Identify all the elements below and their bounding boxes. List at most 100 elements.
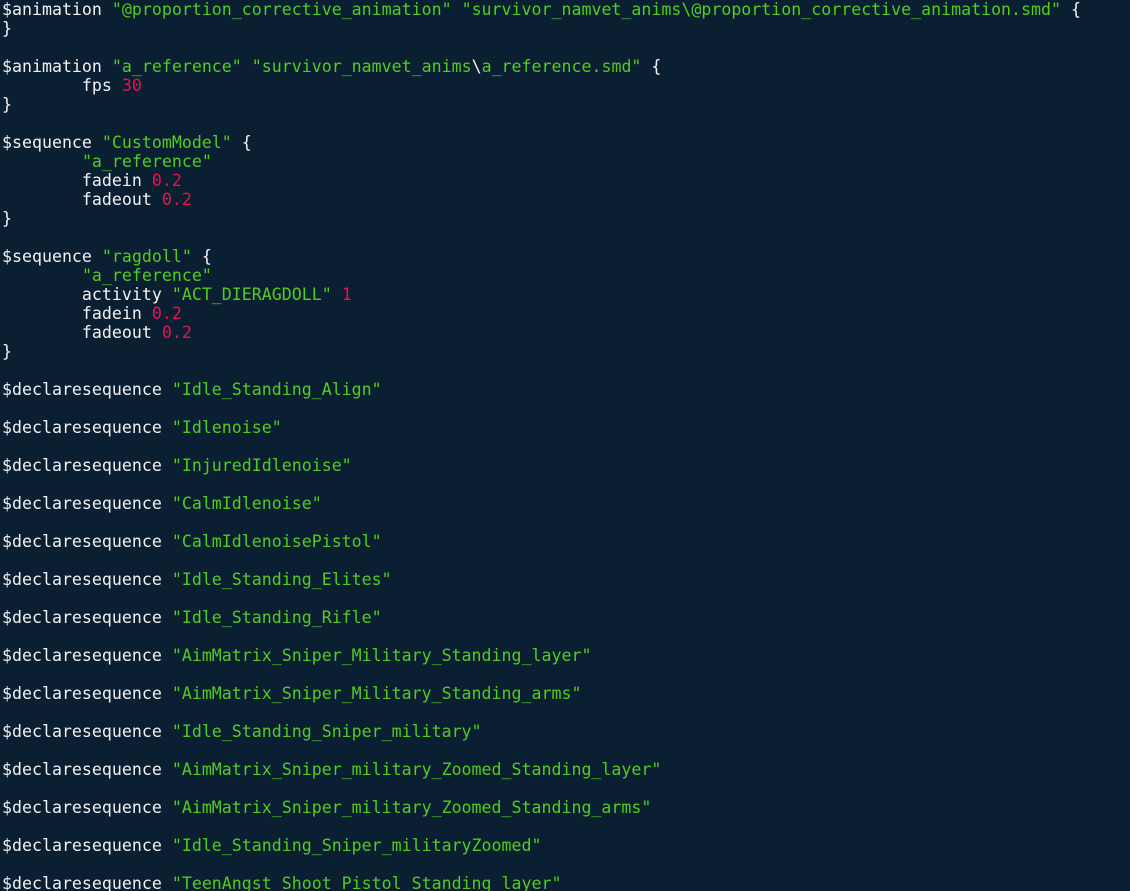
code-line[interactable]: activity "ACT_DIERAGDOLL" 1 [2, 285, 1081, 304]
code-line[interactable]: $declaresequence "Idle_Standing_Sniper_m… [2, 836, 1081, 855]
code-line[interactable] [2, 665, 1081, 684]
code-keyword [2, 266, 82, 285]
code-line[interactable]: } [2, 342, 1081, 361]
code-content[interactable]: $animation "@proportion_corrective_anima… [2, 0, 1081, 891]
code-line[interactable] [2, 855, 1081, 874]
code-keyword: $declaresequence [2, 798, 172, 817]
code-punctuation: } [2, 342, 12, 361]
code-line[interactable]: $declaresequence "TeenAngst_Shoot_Pistol… [2, 874, 1081, 891]
code-string: "TeenAngst_Shoot_Pistol_Standing_layer" [171, 874, 562, 891]
code-keyword: $declaresequence [2, 684, 172, 703]
code-line[interactable]: $declaresequence "CalmIdlenoise" [2, 494, 1081, 513]
code-line[interactable] [2, 627, 1081, 646]
code-line[interactable] [2, 741, 1081, 760]
code-string: "CustomModel" [101, 133, 232, 152]
code-editor[interactable]: $animation "@proportion_corrective_anima… [0, 0, 1130, 891]
code-line[interactable]: fadeout 0.2 [2, 190, 1081, 209]
code-string: "Idle_Standing_Sniper_militaryZoomed" [171, 836, 542, 855]
code-string: "Idle_Standing_Align" [171, 380, 382, 399]
code-line[interactable]: } [2, 19, 1081, 38]
code-keyword [452, 0, 462, 19]
code-line[interactable] [2, 399, 1081, 418]
code-punctuation: } [2, 19, 12, 38]
code-number: 0.2 [161, 323, 192, 342]
code-line[interactable]: $animation "a_reference" "survivor_namve… [2, 57, 1081, 76]
code-line[interactable]: $declaresequence "Idle_Standing_Elites" [2, 570, 1081, 589]
code-keyword [242, 57, 252, 76]
code-line[interactable] [2, 38, 1081, 57]
code-string: "a_reference" [81, 266, 212, 285]
code-string: "Idle_Standing_Elites" [171, 570, 392, 589]
code-line[interactable]: $declaresequence "CalmIdlenoisePistol" [2, 532, 1081, 551]
code-line[interactable]: fadeout 0.2 [2, 323, 1081, 342]
code-line[interactable]: fadein 0.2 [2, 171, 1081, 190]
code-line[interactable]: $animation "@proportion_corrective_anima… [2, 0, 1081, 19]
code-line[interactable] [2, 361, 1081, 380]
code-string: "CalmIdlenoisePistol" [171, 532, 382, 551]
code-keyword [332, 285, 342, 304]
code-number: 1 [341, 285, 352, 304]
code-line[interactable] [2, 703, 1081, 722]
code-line[interactable] [2, 114, 1081, 133]
code-line[interactable] [2, 513, 1081, 532]
code-string: "Idlenoise" [171, 418, 282, 437]
code-line[interactable]: $declaresequence "AimMatrix_Sniper_Milit… [2, 646, 1081, 665]
code-punctuation: { [1061, 0, 1081, 19]
code-line[interactable]: $declaresequence "AimMatrix_Sniper_milit… [2, 798, 1081, 817]
code-line[interactable] [2, 779, 1081, 798]
code-line[interactable]: $declaresequence "Idle_Standing_Align" [2, 380, 1081, 399]
code-string: a_reference.smd" [481, 57, 642, 76]
code-line[interactable]: } [2, 95, 1081, 114]
code-punctuation: { [641, 57, 662, 76]
code-line[interactable]: $declaresequence "Idle_Standing_Sniper_m… [2, 722, 1081, 741]
code-line[interactable]: $declaresequence "Idle_Standing_Rifle" [2, 608, 1081, 627]
code-keyword: $declaresequence [2, 456, 172, 475]
code-string: "survivor_namvet_anims [251, 57, 472, 76]
code-line[interactable]: $declaresequence "AimMatrix_Sniper_Milit… [2, 684, 1081, 703]
code-line[interactable]: fps 30 [2, 76, 1081, 95]
code-keyword: fps [2, 76, 122, 95]
code-keyword: fadeout [2, 323, 162, 342]
code-line[interactable]: "a_reference" [2, 266, 1081, 285]
code-line[interactable] [2, 817, 1081, 836]
code-keyword: $declaresequence [2, 570, 172, 589]
code-line[interactable] [2, 475, 1081, 494]
code-string: "Idle_Standing_Rifle" [171, 608, 382, 627]
code-line[interactable]: $declaresequence "InjuredIdlenoise" [2, 456, 1081, 475]
code-line[interactable] [2, 437, 1081, 456]
code-line[interactable]: $declaresequence "Idlenoise" [2, 418, 1081, 437]
code-line[interactable]: } [2, 209, 1081, 228]
code-keyword: $animation [2, 57, 112, 76]
code-line[interactable]: $sequence "CustomModel" { [2, 133, 1081, 152]
code-keyword: $sequence [2, 133, 102, 152]
code-string: "CalmIdlenoise" [171, 494, 322, 513]
code-string: "AimMatrix_Sniper_Military_Standing_laye… [171, 646, 592, 665]
code-punctuation: { [191, 247, 212, 266]
code-keyword: $animation [2, 0, 112, 19]
code-keyword: fadein [2, 171, 152, 190]
code-line[interactable] [2, 551, 1081, 570]
code-line[interactable]: "a_reference" [2, 152, 1081, 171]
code-string: "ragdoll" [101, 247, 192, 266]
code-string: "AimMatrix_Sniper_military_Zoomed_Standi… [171, 760, 662, 779]
code-line[interactable] [2, 228, 1081, 247]
code-keyword: \ [471, 57, 482, 76]
code-line[interactable]: $sequence "ragdoll" { [2, 247, 1081, 266]
code-punctuation: } [2, 95, 12, 114]
code-punctuation: } [2, 209, 12, 228]
code-string: "AimMatrix_Sniper_Military_Standing_arms… [171, 684, 582, 703]
code-keyword: $declaresequence [2, 760, 172, 779]
code-number: 30 [121, 76, 142, 95]
code-keyword: $declaresequence [2, 874, 172, 891]
code-number: 0.2 [161, 190, 192, 209]
code-string: "ACT_DIERAGDOLL" [171, 285, 332, 304]
code-number: 0.2 [151, 171, 182, 190]
code-line[interactable]: $declaresequence "AimMatrix_Sniper_milit… [2, 760, 1081, 779]
code-number: 0.2 [151, 304, 182, 323]
code-keyword: $declaresequence [2, 380, 172, 399]
code-keyword: activity [2, 285, 172, 304]
code-line[interactable] [2, 589, 1081, 608]
code-string: "Idle_Standing_Sniper_military" [171, 722, 482, 741]
code-string: "@proportion_corrective_animation" [111, 0, 452, 19]
code-line[interactable]: fadein 0.2 [2, 304, 1081, 323]
